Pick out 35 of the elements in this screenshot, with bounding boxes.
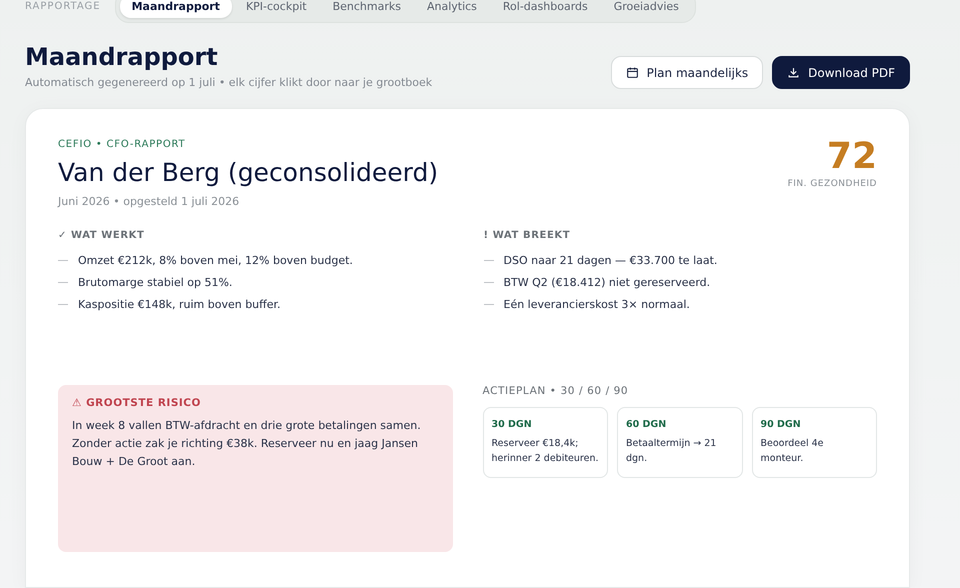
report-meta: Juni 2026 • opgesteld 1 juli 2026 xyxy=(58,195,240,208)
list-item-text: Eén leverancierskost 3× normaal. xyxy=(504,298,690,310)
list-item-text: Omzet €212k, 8% boven mei, 12% boven budget. xyxy=(78,254,353,266)
risk-heading: ⚠ GROOTSTE RISICO xyxy=(72,397,202,409)
list-item-text: BTW Q2 (€18.412) niet gereserveerd. xyxy=(504,276,710,288)
actionplan-heading: ACTIEPLAN • 30 / 60 / 90 xyxy=(482,385,630,397)
page-subtitle: Automatisch gegenereerd op 1 juli • elk cijfer klikt door naar je grootboek xyxy=(25,76,432,89)
download-button[interactable]: Download PDF xyxy=(772,56,910,89)
action-term: 60 DGN xyxy=(626,419,668,430)
list-item-text: DSO naar 21 dagen — €33.700 te laat. xyxy=(504,254,718,266)
tab[interactable]: Rol-dashboards xyxy=(490,0,600,18)
calendar-icon xyxy=(626,66,639,79)
download-icon xyxy=(787,66,800,79)
report-title: Van der Berg (geconsolideerd) xyxy=(58,158,438,187)
action-text: Beoordeel 4e monteur. xyxy=(760,437,824,466)
tab[interactable]: Analytics xyxy=(414,0,489,18)
tab[interactable]: Benchmarks xyxy=(320,0,413,18)
schedule-button[interactable]: Plan maandelijks xyxy=(610,56,764,89)
risk-text: In week 8 vallen BTW-afdracht en drie grote betalingen samen. Zonder actie zak je richting €38k. Reserveer nu en jaag Jansen Bouw + De Groot aan. xyxy=(72,418,422,470)
page-title: Maandrapport xyxy=(25,43,219,71)
health-score: 72 xyxy=(826,139,877,175)
score-label: FIN. GEZONDHEID xyxy=(788,179,877,189)
column-heading: ✓ WAT WERKT xyxy=(58,230,146,241)
action-text: Reserveer €18,4k; herinner 2 debiteuren. xyxy=(492,437,599,466)
list-item-text: Kaspositie €148k, ruim boven buffer. xyxy=(78,298,281,310)
action-term: 30 DGN xyxy=(492,419,533,430)
list-item-text: Brutomarge stabiel op 51%. xyxy=(78,276,232,288)
action-term: 90 DGN xyxy=(760,419,802,430)
action-text: Betaaltermijn → 21 dgn. xyxy=(626,437,718,466)
tab[interactable]: Groeiadvies xyxy=(602,0,691,18)
report-eyebrow: CEFIO • CFO-RAPPORT xyxy=(58,139,186,150)
section-label: RAPPORTAGE xyxy=(25,1,101,12)
tab[interactable]: KPI-cockpit xyxy=(234,0,319,18)
column-heading: ! WAT BREEKT xyxy=(484,230,572,241)
tab[interactable]: Maandrapport xyxy=(120,0,232,18)
